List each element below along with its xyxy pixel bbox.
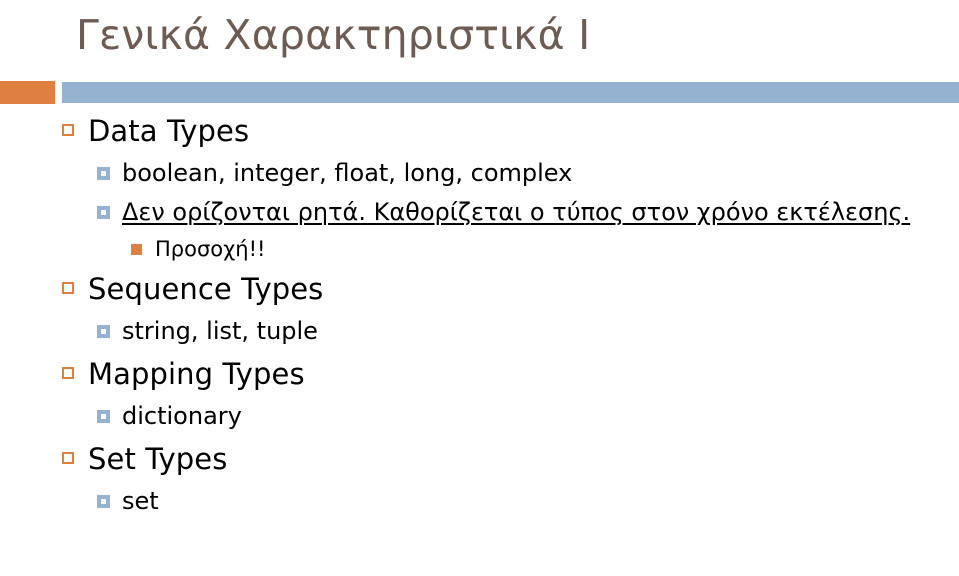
solid-orange-square-bullet bbox=[131, 232, 155, 266]
outline-item-level-1: Data Types bbox=[0, 108, 959, 154]
outline-item-level-1: Set Types bbox=[0, 436, 959, 482]
outline-item-label: Προσοχή!! bbox=[155, 237, 266, 261]
outline-item-level-3: Προσοχή!! bbox=[0, 232, 959, 266]
hollow-orange-square-bullet bbox=[62, 266, 88, 312]
outline-item-label: Mapping Types bbox=[88, 357, 305, 391]
hollow-orange-square-bullet bbox=[62, 108, 88, 154]
presentation-slide: Γενικά Χαρακτηριστικά Ι Data Types boolea… bbox=[0, 0, 959, 576]
outline-item-level-2: boolean, integer, float, long, complex bbox=[0, 154, 959, 193]
blue-square-bullet bbox=[97, 397, 122, 436]
outline-item-label: string, list, tuple bbox=[122, 317, 318, 345]
outline-item-level-2: dictionary bbox=[0, 397, 959, 436]
divider-accent-block bbox=[0, 81, 55, 104]
outline-item-level-1: Mapping Types bbox=[0, 351, 959, 397]
blue-square-bullet bbox=[97, 482, 122, 521]
outline-item-label: Δεν ορίζονται ρητά. Καθορίζεται ο τύπος … bbox=[122, 198, 911, 226]
blue-square-bullet bbox=[97, 193, 122, 232]
slide-title: Γενικά Χαρακτηριστικά Ι bbox=[76, 11, 591, 59]
title-divider bbox=[0, 81, 959, 105]
blue-square-bullet bbox=[97, 154, 122, 193]
divider-bar bbox=[62, 82, 959, 103]
outline-item-level-2: string, list, tuple bbox=[0, 312, 959, 351]
outline-item-level-1: Sequence Types bbox=[0, 266, 959, 312]
outline-item-label: Sequence Types bbox=[88, 272, 324, 306]
outline-item-label: dictionary bbox=[122, 402, 242, 430]
slide-body-outline: Data Types boolean, integer, float, long,… bbox=[0, 108, 959, 576]
outline-item-level-2: set bbox=[0, 482, 959, 521]
outline-item-label: boolean, integer, float, long, complex bbox=[122, 159, 573, 187]
outline-item-level-2: Δεν ορίζονται ρητά. Καθορίζεται ο τύπος … bbox=[0, 193, 959, 232]
outline-item-label: Data Types bbox=[88, 114, 250, 148]
outline-item-label: Set Types bbox=[88, 442, 228, 476]
blue-square-bullet bbox=[97, 312, 122, 351]
hollow-orange-square-bullet bbox=[62, 436, 88, 482]
hollow-orange-square-bullet bbox=[62, 351, 88, 397]
outline-item-label: set bbox=[122, 487, 159, 515]
